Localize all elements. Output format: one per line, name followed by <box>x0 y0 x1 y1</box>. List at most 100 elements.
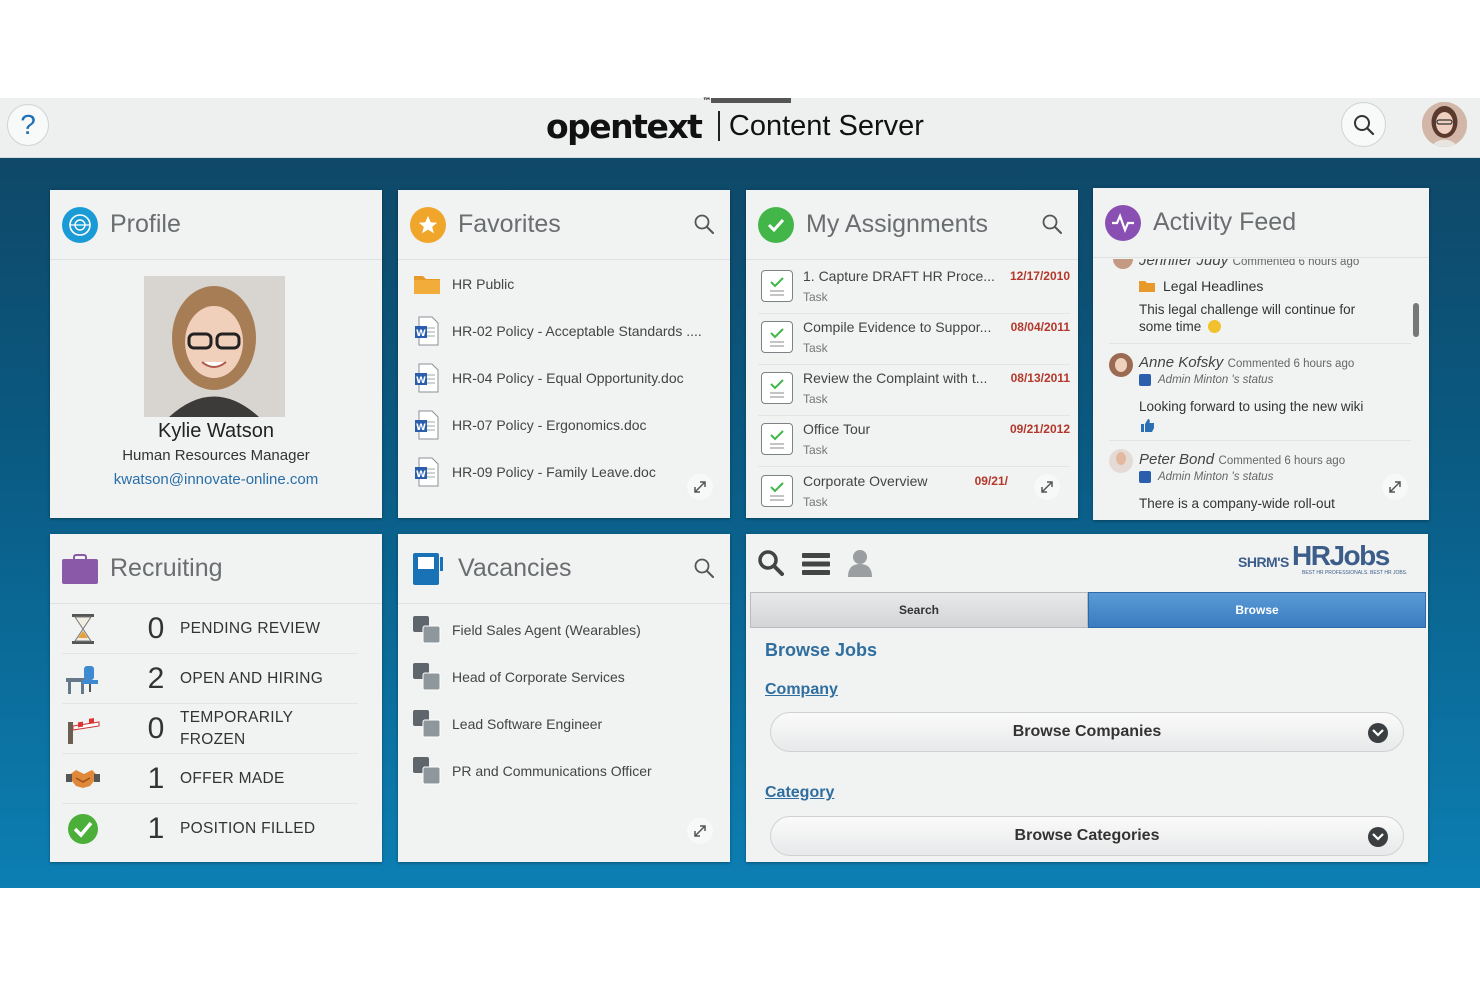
vacancy-icon <box>412 756 442 786</box>
task-check-icon <box>761 372 793 404</box>
favorite-item[interactable]: W HR-07 Policy - Ergonomics.doc <box>412 405 647 445</box>
check-circle-icon <box>66 814 100 844</box>
expand-activity-button[interactable] <box>1382 474 1408 500</box>
opentext-logo: opentext™ <box>546 96 711 146</box>
profile-tile: Profile Kylie Watson Human Resources Man… <box>50 190 382 518</box>
avatar <box>1109 449 1133 473</box>
avatar <box>1109 353 1133 377</box>
status-icon <box>1139 374 1151 386</box>
thumbs-up-icon <box>1141 419 1155 437</box>
recruiting-row-filled[interactable]: 1 POSITION FILLED <box>62 804 358 854</box>
assignment-item[interactable]: 1. Capture DRAFT HR Proce... Task 12/17/… <box>758 262 1070 314</box>
handshake-icon <box>66 764 100 794</box>
favorite-item[interactable]: W HR-09 Policy - Family Leave.doc <box>412 452 656 492</box>
assignment-item[interactable]: Review the Complaint with t... Task 08/1… <box>758 364 1070 416</box>
task-check-icon <box>761 475 793 507</box>
profile-role: Human Resources Manager <box>122 447 310 464</box>
check-circle-icon <box>758 206 794 243</box>
activity-comment: There is a company-wide roll-out <box>1139 496 1335 511</box>
company-link[interactable]: Company <box>765 681 838 699</box>
browse-companies-select[interactable]: Browse Companies <box>770 712 1404 752</box>
favorites-tile: Favorites HR Public W HR-02 Policy - Acc… <box>398 190 730 518</box>
favorites-search-button[interactable] <box>694 214 714 239</box>
avatar <box>1113 259 1133 269</box>
jobs-menu-icon[interactable] <box>802 552 830 581</box>
help-icon: ? <box>20 109 36 140</box>
activity-entry-heading: Jennifer Judy Commented 6 hours ago <box>1139 259 1360 269</box>
assignment-item[interactable]: Corporate Overview Task 09/21/ <box>758 467 1070 518</box>
category-link[interactable]: Category <box>765 784 834 802</box>
jobs-user-icon[interactable] <box>846 549 874 582</box>
vacancy-item[interactable]: Head of Corporate Services <box>412 657 625 697</box>
favorite-item[interactable]: W HR-02 Policy - Acceptable Standards ..… <box>412 311 702 351</box>
activity-entry-heading: Anne Kofsky Commented 6 hours ago <box>1139 354 1355 371</box>
browse-categories-select[interactable]: Browse Categories <box>770 816 1404 856</box>
search-icon <box>1353 114 1374 135</box>
jobs-tab-bar: Search Browse <box>750 592 1426 628</box>
svg-text:W: W <box>416 423 426 433</box>
profile-photo <box>144 276 285 417</box>
activity-entry-heading: Peter Bond Commented 6 hours ago <box>1139 451 1346 468</box>
recruiting-row-open[interactable]: 2 OPEN AND HIRING <box>62 654 358 704</box>
user-avatar[interactable] <box>1422 102 1467 147</box>
vacancies-search-button[interactable] <box>694 558 714 583</box>
activity-folder-link[interactable]: Legal Headlines <box>1139 278 1263 294</box>
vacancies-header: Vacancies <box>398 534 730 604</box>
header-top-indicator <box>711 98 791 103</box>
help-button[interactable]: ? <box>7 104 49 146</box>
global-search-button[interactable] <box>1341 102 1386 147</box>
favorites-header: Favorites <box>398 190 730 260</box>
smiley-icon <box>1208 320 1222 333</box>
assignment-item[interactable]: Office Tour Task 09/21/2012 <box>758 415 1070 467</box>
desk-chair-icon <box>66 664 100 694</box>
jobs-search-icon[interactable] <box>758 550 784 581</box>
activity-title: Activity Feed <box>1153 208 1297 236</box>
expand-icon <box>1389 481 1401 493</box>
activity-comment: Looking forward to using the new wiki <box>1139 399 1364 414</box>
vacancy-icon <box>412 709 442 739</box>
hourglass-icon <box>66 614 100 644</box>
expand-vacancies-button[interactable] <box>687 818 713 844</box>
expand-favorites-button[interactable] <box>687 474 713 500</box>
favorite-item[interactable]: W HR-04 Policy - Equal Opportunity.doc <box>412 358 684 398</box>
favorite-item[interactable]: HR Public <box>412 264 514 304</box>
expand-icon <box>694 481 706 493</box>
activity-feed-list: Jennifer Judy Commented 6 hours ago Lega… <box>1093 259 1429 520</box>
search-icon <box>694 214 714 234</box>
dashboard-area: Profile Kylie Watson Human Resources Man… <box>0 158 1480 888</box>
vacancy-icon <box>412 615 442 645</box>
brand-divider <box>717 111 720 141</box>
folder-icon <box>412 269 442 299</box>
recruiting-tile: Recruiting 0 PENDING REVIEW 2 OPEN AND H… <box>50 534 382 862</box>
tab-search[interactable]: Search <box>750 592 1088 628</box>
task-check-icon <box>761 423 793 455</box>
profile-icon <box>62 206 98 243</box>
search-icon <box>1042 214 1062 234</box>
recruiting-row-frozen[interactable]: 0 TEMPORARILY FROZEN <box>62 704 358 754</box>
profile-name: Kylie Watson <box>158 420 274 442</box>
task-check-icon <box>761 321 793 353</box>
recruiting-row-offer[interactable]: 1 OFFER MADE <box>62 754 358 804</box>
vacancies-tile: Vacancies Field Sales Agent (Wearables) … <box>398 534 730 862</box>
svg-text:W: W <box>416 376 426 386</box>
activity-status-link[interactable]: Admin Minton 's status <box>1139 374 1273 386</box>
activity-status-link[interactable]: Admin Minton 's status <box>1139 471 1273 483</box>
assignments-search-button[interactable] <box>1042 214 1062 239</box>
vacancy-item[interactable]: Field Sales Agent (Wearables) <box>412 610 641 650</box>
vacancy-item[interactable]: PR and Communications Officer <box>412 751 652 791</box>
recruiting-row-pending[interactable]: 0 PENDING REVIEW <box>62 604 358 654</box>
activity-scrollbar[interactable] <box>1413 303 1419 337</box>
assignment-item[interactable]: Compile Evidence to Suppor... Task 08/04… <box>758 313 1070 365</box>
vacancies-title: Vacancies <box>458 554 572 582</box>
vacancy-icon <box>412 662 442 692</box>
expand-assignments-button[interactable] <box>1034 474 1060 500</box>
tab-browse[interactable]: Browse <box>1088 592 1426 628</box>
word-doc-icon: W <box>412 363 442 393</box>
activity-comment: This legal challenge will continue for s… <box>1139 302 1356 334</box>
expand-icon <box>1041 481 1053 493</box>
briefcase-icon <box>62 551 98 587</box>
browse-jobs-heading: Browse Jobs <box>765 640 878 660</box>
profile-email-link[interactable]: kwatson@innovate-online.com <box>50 471 382 488</box>
task-check-icon <box>761 270 793 302</box>
vacancy-item[interactable]: Lead Software Engineer <box>412 704 602 744</box>
